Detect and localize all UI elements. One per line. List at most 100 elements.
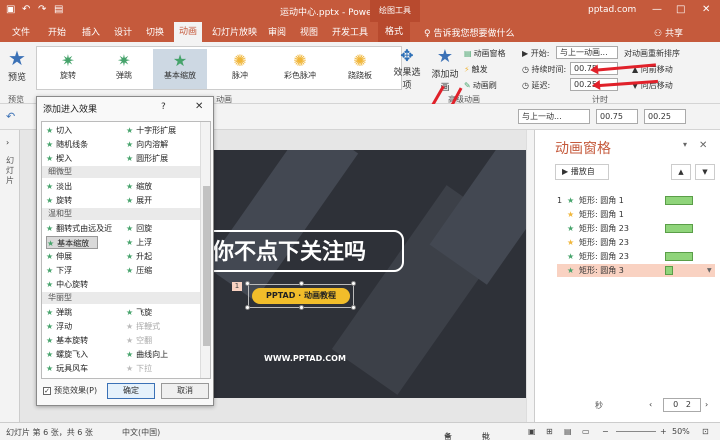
effect-item[interactable]: ★ 展开	[126, 194, 152, 207]
effects-scrollbar[interactable]	[200, 122, 210, 378]
zoom-slider[interactable]	[616, 431, 656, 432]
scroll-thumb[interactable]	[203, 186, 210, 346]
minimize-button[interactable]: —	[652, 4, 662, 15]
effect-item[interactable]: ★ 压缩	[126, 264, 152, 277]
chevron-down-icon[interactable]: ▼	[707, 264, 712, 277]
animation-pane-button[interactable]: ▤ 动画窗格	[464, 48, 506, 59]
start-dropdown[interactable]: 与上一动画...	[556, 46, 618, 59]
move-up-button[interactable]: ▲	[671, 164, 691, 180]
effect-item-selected[interactable]: ★ 基本缩放	[46, 236, 99, 249]
effect-options-button[interactable]: ✥ 效果选项	[390, 46, 424, 91]
resize-handle[interactable]	[351, 281, 356, 286]
effect-item[interactable]: ★ 缩放	[126, 180, 152, 193]
effect-item[interactable]: ★ 伸展	[46, 250, 72, 263]
zoom-out-icon[interactable]: −	[602, 427, 609, 436]
effect-item[interactable]: ★ 中心旋转	[46, 278, 88, 291]
ok-button[interactable]: 确定	[107, 383, 155, 399]
tab-home[interactable]: 开始	[48, 25, 66, 38]
undo-icon[interactable]: ↶	[6, 110, 15, 123]
tab-review[interactable]: 审阅	[268, 25, 286, 38]
anim-pane-item[interactable]: ★ 矩形: 圆角 23	[557, 250, 715, 263]
tab-slideshow[interactable]: 幻灯片放映	[212, 25, 257, 38]
fit-window-icon[interactable]: ⊡	[702, 427, 709, 436]
effect-item[interactable]: ★ 曲线向上	[126, 348, 168, 361]
save-icon[interactable]: ▣	[6, 4, 15, 15]
language-indicator[interactable]: 中文(中国)	[122, 427, 160, 438]
trigger-button[interactable]: ⚡ 触发	[464, 64, 488, 75]
start-slideshow-icon[interactable]: ▤	[54, 4, 63, 15]
tab-file[interactable]: 文件	[12, 25, 30, 38]
resize-handle[interactable]	[299, 305, 304, 310]
thumbnail-pane-collapsed[interactable]: › 幻灯片	[0, 130, 20, 422]
effect-item[interactable]: ★ 随机线条	[46, 138, 88, 151]
anim-pane-item[interactable]: ★ 矩形: 圆角 23	[557, 236, 715, 249]
undo-icon[interactable]: ↶	[22, 4, 30, 15]
anim-rotate[interactable]: ✷ 旋转	[41, 49, 95, 89]
effect-item[interactable]: ★ 飞旋	[126, 306, 152, 319]
anim-pulse[interactable]: ✺ 脉冲	[213, 49, 267, 89]
effect-item[interactable]: ★ 旋转	[46, 194, 72, 207]
effect-item[interactable]: ★ 螺旋飞入	[46, 348, 88, 361]
reading-view-icon[interactable]: ▤	[564, 427, 572, 436]
tell-me-search[interactable]: ♀ 告诉我您想要做什么	[424, 26, 514, 39]
effect-item[interactable]: ★ 基本旋转	[46, 334, 88, 347]
duration-input-mini[interactable]: 00.75	[596, 109, 638, 124]
zoom-in-icon[interactable]: +	[660, 427, 667, 436]
timeline-right-arrow[interactable]: ›	[705, 400, 708, 409]
tab-design[interactable]: 设计	[114, 25, 132, 38]
effect-item[interactable]: ★ 翻转式由远及近	[46, 222, 112, 235]
expand-chevron-icon[interactable]: ›	[6, 138, 9, 147]
share-button[interactable]: ⚇ 共享	[654, 26, 683, 39]
tutorial-pill-button[interactable]: PPTAD · 动画教程	[252, 288, 350, 304]
effect-item[interactable]: ★ 回旋	[126, 222, 152, 235]
anim-color-pulse[interactable]: ✺ 彩色脉冲	[273, 49, 327, 89]
pane-close-button[interactable]: ✕	[699, 140, 707, 151]
close-button[interactable]: ✕	[702, 4, 710, 15]
cancel-button[interactable]: 取消	[161, 383, 209, 399]
effect-item[interactable]: ★ 圆形扩展	[126, 152, 168, 165]
preview-button[interactable]: ★ 预览	[4, 46, 30, 83]
preview-effect-checkbox[interactable]: ✓ 预览效果(P)	[43, 385, 97, 396]
pane-options-icon[interactable]: ▾	[683, 140, 687, 149]
tab-insert[interactable]: 插入	[82, 25, 100, 38]
timeline-zoom[interactable]: 0 2	[663, 398, 701, 412]
anim-pane-item[interactable]: ★ 矩形: 圆角 23	[557, 222, 715, 235]
effect-item[interactable]: ★ 楔入	[46, 152, 72, 165]
effect-item[interactable]: ★ 升起	[126, 250, 152, 263]
effect-item[interactable]: ★ 淡出	[46, 180, 72, 193]
play-from-button[interactable]: ▶ 播放自	[555, 164, 609, 180]
effect-item[interactable]: ★ 向内溶解	[126, 138, 168, 151]
tab-view[interactable]: 视图	[300, 25, 318, 38]
restore-button[interactable]: □	[676, 4, 685, 15]
redo-icon[interactable]: ↷	[38, 4, 46, 15]
timeline-left-arrow[interactable]: ‹	[649, 400, 652, 409]
resize-handle[interactable]	[351, 305, 356, 310]
anim-basic-zoom[interactable]: ★ 基本缩放	[153, 49, 207, 89]
delay-input-mini[interactable]: 00.25	[644, 109, 686, 124]
zoom-level[interactable]: 50%	[672, 427, 690, 436]
add-animation-button[interactable]: ★ 添加动画	[428, 46, 462, 93]
effect-item[interactable]: ★ 上浮	[126, 236, 152, 249]
effect-item[interactable]: ★ 玩具风车	[46, 362, 88, 375]
dialog-close-button[interactable]: ✕	[195, 101, 203, 112]
effect-item[interactable]: ★ 切入	[46, 124, 72, 137]
tab-animations[interactable]: 动画	[174, 22, 203, 42]
anim-pane-item-selected[interactable]: ★ 矩形: 圆角 3 ▼	[557, 264, 715, 277]
anim-teeter[interactable]: ✺ 跷跷板	[333, 49, 387, 89]
start-dropdown-mini[interactable]: 与上一动...	[518, 109, 590, 124]
canvas-scrollbar[interactable]	[526, 130, 534, 422]
slideshow-icon[interactable]: ▭	[582, 427, 590, 436]
effect-item[interactable]: ★ 浮动	[46, 320, 72, 333]
slide-headline[interactable]: 你不点下关注吗	[212, 234, 366, 266]
anim-bounce[interactable]: ✷ 弹跳	[97, 49, 151, 89]
slide-sorter-icon[interactable]: ⊞	[546, 427, 553, 436]
tab-format[interactable]: 格式	[378, 22, 411, 42]
tab-developer[interactable]: 开发工具	[332, 25, 368, 38]
normal-view-icon[interactable]: ▣	[528, 427, 536, 436]
effect-item[interactable]: ★ 十字形扩展	[126, 124, 176, 137]
slide[interactable]: 你不点下关注吗 1 PPTAD · 动画教程 WWW.PPTAD.COM	[212, 150, 546, 398]
anim-pane-item[interactable]: 1 ★ 矩形: 圆角 1	[557, 194, 715, 207]
effect-item[interactable]: ★ 下浮	[46, 264, 72, 277]
move-down-button[interactable]: ▼	[695, 164, 715, 180]
anim-pane-item[interactable]: ★ 矩形: 圆角 1	[557, 208, 715, 221]
